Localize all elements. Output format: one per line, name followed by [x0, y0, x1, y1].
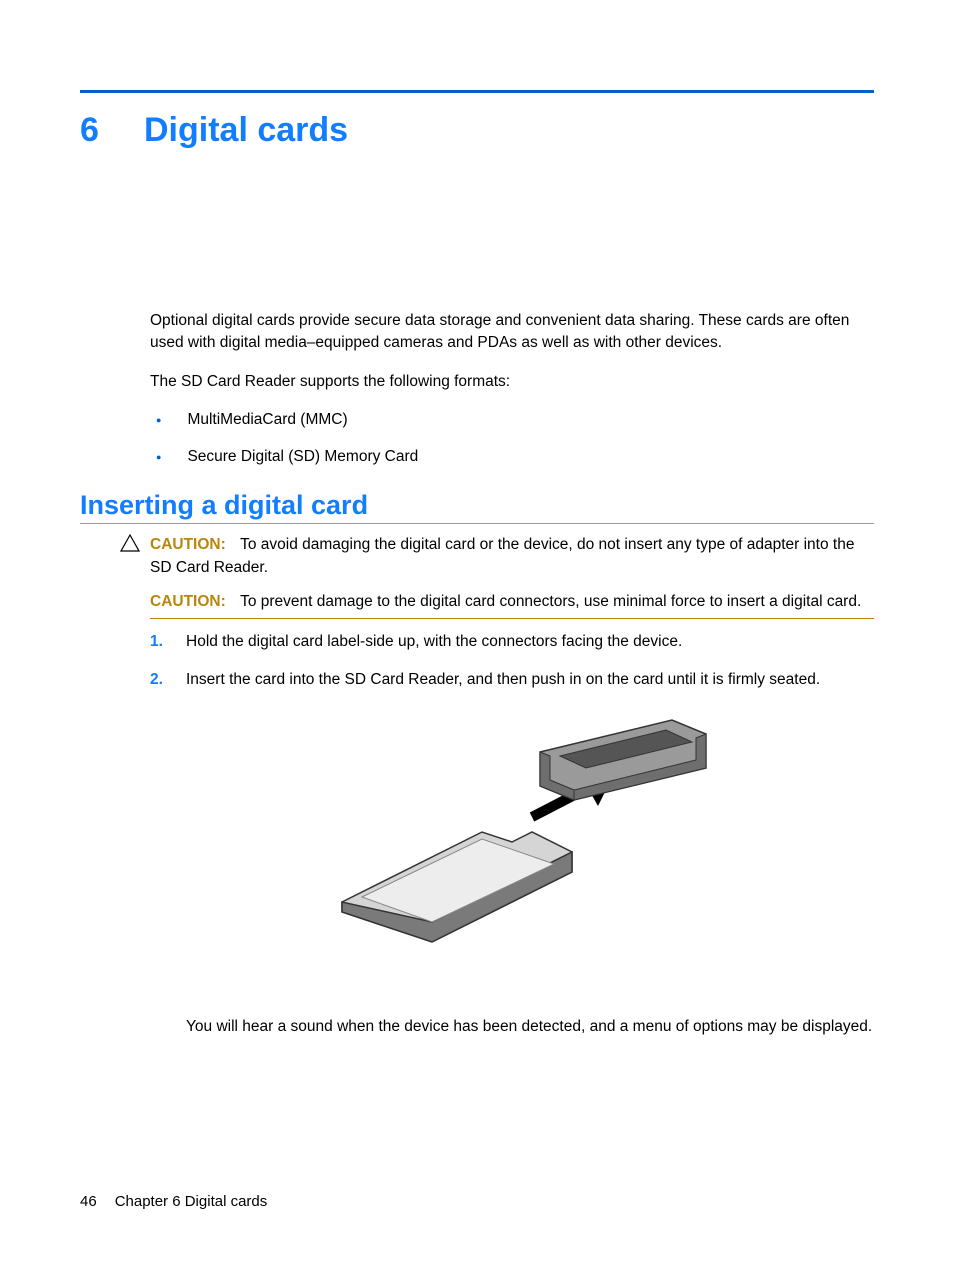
sd-card-illustration	[150, 712, 874, 982]
step-number: 1.	[150, 631, 186, 653]
steps-list: 1. Hold the digital card label-side up, …	[150, 631, 874, 692]
list-item: Secure Digital (SD) Memory Card	[150, 446, 874, 468]
format-list: MultiMediaCard (MMC) Secure Digital (SD)…	[150, 409, 874, 468]
intro-paragraph-1: Optional digital cards provide secure da…	[150, 310, 874, 355]
caution-label: CAUTION:	[150, 593, 226, 610]
chapter-title: Digital cards	[144, 111, 348, 150]
list-item-text: MultiMediaCard (MMC)	[187, 409, 347, 431]
step-text: Insert the card into the SD Card Reader,…	[186, 669, 820, 691]
list-item: MultiMediaCard (MMC)	[150, 409, 874, 431]
caution-label: CAUTION:	[150, 536, 226, 553]
page-number: 46	[80, 1193, 97, 1210]
caution-text: To prevent damage to the digital card co…	[240, 593, 861, 610]
warning-triangle-icon	[120, 534, 142, 552]
section-heading: Inserting a digital card	[80, 490, 874, 524]
list-item-text: Secure Digital (SD) Memory Card	[187, 446, 418, 468]
step-number: 2.	[150, 669, 186, 691]
detection-note: You will hear a sound when the device ha…	[186, 1016, 874, 1038]
caution-block-1: CAUTION: To avoid damaging the digital c…	[120, 534, 874, 579]
page-footer: 46 Chapter 6 Digital cards	[80, 1193, 267, 1210]
chapter-heading: 6 Digital cards	[80, 111, 874, 150]
step-item: 2. Insert the card into the SD Card Read…	[150, 669, 874, 691]
caution-text: To avoid damaging the digital card or th…	[150, 536, 854, 575]
chapter-rule	[80, 90, 874, 93]
step-text: Hold the digital card label-side up, wit…	[186, 631, 682, 653]
chapter-number: 6	[80, 111, 100, 150]
footer-chapter: Chapter 6 Digital cards	[115, 1193, 268, 1210]
intro-paragraph-2: The SD Card Reader supports the followin…	[150, 371, 874, 393]
caution-block-2: CAUTION: To prevent damage to the digita…	[150, 591, 874, 618]
step-item: 1. Hold the digital card label-side up, …	[150, 631, 874, 653]
